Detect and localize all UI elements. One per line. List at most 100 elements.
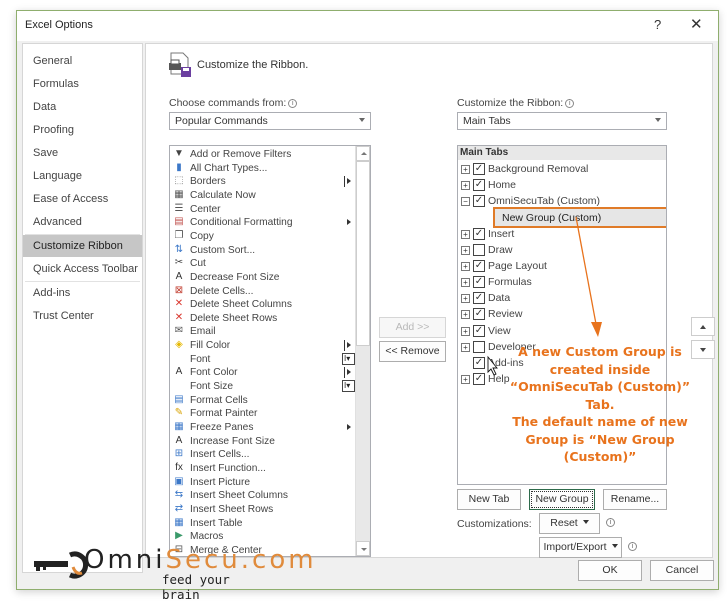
command-list-item[interactable]: ⊞ Insert Cells... (170, 448, 355, 462)
command-list-item[interactable]: ▼ Add or Remove Filters (170, 148, 355, 162)
tree-item-data[interactable]: + ✓ Data (458, 291, 666, 307)
sidebar-item-ease-of-access[interactable]: Ease of Access (23, 188, 142, 210)
checkbox-unchecked[interactable] (473, 243, 485, 256)
expand-icon[interactable]: + (461, 165, 470, 174)
scroll-down-button[interactable] (356, 541, 370, 556)
command-list-item[interactable]: ⇅ Custom Sort... (170, 244, 355, 258)
expand-icon[interactable]: + (461, 374, 470, 384)
command-list-item[interactable]: A Font Color (170, 366, 355, 380)
expand-icon[interactable]: + (461, 294, 470, 304)
commands-list[interactable]: ▼ Add or Remove Filters ▮ All Chart Types..… (169, 145, 371, 557)
expand-icon[interactable]: + (461, 181, 470, 191)
tree-item-page-layout[interactable]: + ✓ Page Layout (458, 259, 666, 275)
tree-item-new-group[interactable]: New Group (Custom) (493, 207, 666, 229)
command-list-item[interactable]: Font I▾ (170, 352, 355, 367)
command-list-item[interactable]: A Decrease Font Size (170, 271, 355, 285)
customize-ribbon-panel: Customize the Ribbon. Choose commands fr… (145, 43, 715, 558)
command-list-item[interactable]: ◈ Fill Color (170, 339, 355, 353)
expand-icon[interactable]: + (461, 229, 470, 239)
command-list-item[interactable]: ▦ Insert Table (170, 517, 355, 531)
command-list-item[interactable]: ⇄ Insert Sheet Rows (170, 503, 355, 517)
reset-button[interactable]: Reset (539, 513, 600, 534)
scroll-thumb[interactable] (356, 161, 370, 346)
command-list-item[interactable]: ▮ All Chart Types... (170, 162, 355, 176)
sidebar-item-general[interactable]: General (23, 50, 142, 72)
checkbox-checked[interactable]: ✓ (473, 356, 485, 369)
add-button[interactable]: Add >> (379, 317, 446, 338)
checkbox-checked[interactable]: ✓ (473, 276, 485, 289)
split-bar-icon (344, 367, 345, 379)
command-list-item[interactable]: ✎ Format Painter (170, 407, 355, 421)
rename-button[interactable]: Rename... (603, 489, 667, 510)
command-list-item[interactable]: ✕ Delete Sheet Columns (170, 298, 355, 312)
command-list-item[interactable]: ▤ Format Cells (170, 394, 355, 408)
customize-ribbon-select[interactable]: Main Tabs (457, 112, 667, 130)
command-list-item[interactable]: ⇆ Insert Sheet Columns (170, 489, 355, 503)
expand-icon[interactable]: + (461, 245, 470, 255)
checkbox-checked[interactable]: ✓ (473, 308, 485, 321)
collapse-icon[interactable]: − (461, 197, 470, 207)
command-list-item[interactable]: ☰ Center (170, 203, 355, 217)
import-export-button[interactable]: Import/Export (539, 537, 622, 558)
checkbox-checked[interactable]: ✓ (473, 179, 485, 192)
tree-item-view[interactable]: + ✓ View (458, 324, 666, 340)
expand-icon[interactable]: + (461, 310, 470, 320)
sidebar-item-save[interactable]: Save (23, 142, 142, 164)
command-list-item[interactable]: ✉ Email (170, 325, 355, 339)
sidebar-item-language[interactable]: Language (23, 165, 142, 187)
ok-button[interactable]: OK (578, 560, 642, 581)
command-list-item[interactable]: A Increase Font Size (170, 435, 355, 449)
checkbox-checked[interactable]: ✓ (473, 324, 485, 337)
checkbox-checked[interactable]: ✓ (473, 372, 485, 385)
command-list-item[interactable]: Font Size I▾ (170, 380, 355, 394)
sidebar-item-proofing[interactable]: Proofing (23, 119, 142, 141)
command-list-item[interactable]: ▦ Freeze Panes (170, 421, 355, 435)
new-group-button[interactable]: New Group (529, 489, 595, 510)
sidebar-item-add-ins[interactable]: Add-ins (23, 282, 142, 304)
tree-item-formulas[interactable]: + ✓ Formulas (458, 275, 666, 291)
command-list-item[interactable]: ▣ Insert Picture (170, 476, 355, 490)
tree-item-background-removal[interactable]: + ✓ Background Removal (458, 162, 666, 178)
remove-button[interactable]: << Remove (379, 341, 446, 362)
sidebar-item-trust-center[interactable]: Trust Center (23, 305, 142, 327)
sidebar-item-customize-ribbon[interactable]: Customize Ribbon (23, 235, 142, 257)
command-list-item[interactable]: ▶ Macros (170, 530, 355, 544)
checkbox-unchecked[interactable] (473, 340, 485, 353)
sidebar-item-data[interactable]: Data (23, 96, 142, 118)
expand-icon[interactable]: + (461, 278, 470, 288)
command-list-item[interactable]: ✕ Delete Sheet Rows (170, 312, 355, 326)
help-button[interactable]: ? (654, 17, 661, 32)
tree-item-insert[interactable]: + ✓ Insert (458, 227, 666, 243)
choose-commands-text: Choose commands from: (169, 97, 287, 109)
checkbox-checked[interactable]: ✓ (473, 163, 485, 175)
tree-item-draw[interactable]: + Draw (458, 243, 666, 259)
cancel-button[interactable]: Cancel (650, 560, 714, 581)
commands-scrollbar[interactable] (355, 146, 370, 556)
checkbox-checked[interactable]: ✓ (473, 259, 485, 272)
sidebar-item-formulas[interactable]: Formulas (23, 73, 142, 95)
expand-icon[interactable]: + (461, 261, 470, 271)
checkbox-checked[interactable]: ✓ (473, 227, 485, 240)
scroll-up-button[interactable] (356, 146, 370, 161)
command-list-item[interactable]: ▤ Conditional Formatting (170, 216, 355, 230)
command-list-item[interactable]: fx Insert Function... (170, 462, 355, 476)
command-list-item[interactable]: ⊠ Delete Cells... (170, 285, 355, 299)
choose-commands-select[interactable]: Popular Commands (169, 112, 371, 130)
new-tab-button[interactable]: New Tab (457, 489, 521, 510)
expand-icon[interactable]: + (461, 326, 470, 336)
command-list-item[interactable]: ❐ Copy (170, 230, 355, 244)
command-list-item[interactable]: ✂ Cut (170, 257, 355, 271)
command-list-item[interactable]: ⬚ Borders (170, 175, 355, 189)
callout-line: The default name of new (512, 414, 688, 429)
command-list-item[interactable]: ▦ Calculate Now (170, 189, 355, 203)
tree-item-review[interactable]: + ✓ Review (458, 307, 666, 323)
checkbox-checked[interactable]: ✓ (473, 195, 485, 208)
move-up-button[interactable] (691, 317, 715, 336)
command-label: Insert Picture (190, 476, 251, 488)
checkbox-checked[interactable]: ✓ (473, 292, 485, 305)
close-button[interactable]: ✕ (690, 15, 703, 33)
sidebar-item-quick-access-toolbar[interactable]: Quick Access Toolbar (23, 258, 142, 280)
sidebar-item-advanced[interactable]: Advanced (23, 211, 142, 233)
tree-item-home[interactable]: + ✓ Home (458, 178, 666, 194)
expand-icon[interactable]: + (461, 342, 470, 352)
